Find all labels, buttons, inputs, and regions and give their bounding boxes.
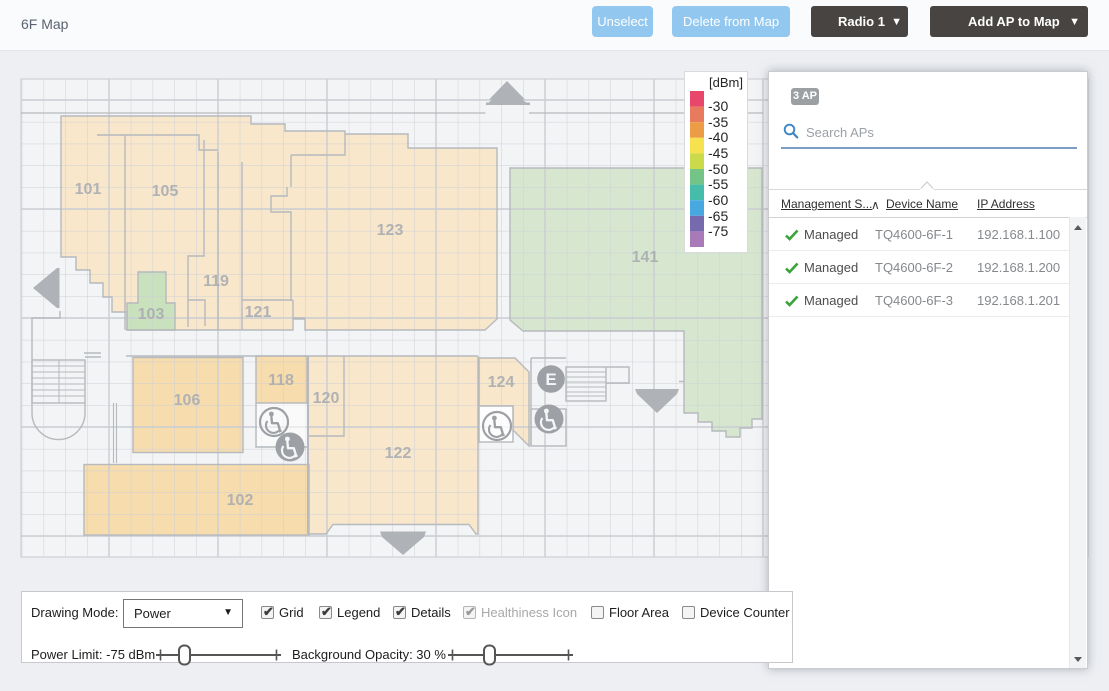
svg-text:120: 120 <box>313 390 340 407</box>
svg-text:-65: -65 <box>708 208 728 224</box>
svg-text:105: 105 <box>152 183 179 200</box>
svg-text:-60: -60 <box>708 192 728 208</box>
svg-text:122: 122 <box>385 445 412 462</box>
svg-text:118: 118 <box>268 372 294 389</box>
svg-text:-55: -55 <box>708 176 728 192</box>
svg-text:101: 101 <box>75 181 102 198</box>
svg-text:121: 121 <box>245 304 272 321</box>
svg-text:123: 123 <box>377 222 404 239</box>
svg-text:-30: -30 <box>708 98 728 114</box>
svg-text:106: 106 <box>174 392 201 409</box>
svg-text:-35: -35 <box>708 114 728 130</box>
svg-text:103: 103 <box>138 306 165 323</box>
svg-text:124: 124 <box>488 374 515 391</box>
svg-text:141: 141 <box>632 249 659 266</box>
svg-text:119: 119 <box>203 273 229 290</box>
svg-text:-75: -75 <box>708 223 728 239</box>
svg-text:102: 102 <box>227 492 254 509</box>
svg-text:E: E <box>545 370 556 389</box>
svg-text:-50: -50 <box>708 161 728 177</box>
svg-text:-45: -45 <box>708 145 728 161</box>
svg-text:-40: -40 <box>708 129 728 145</box>
